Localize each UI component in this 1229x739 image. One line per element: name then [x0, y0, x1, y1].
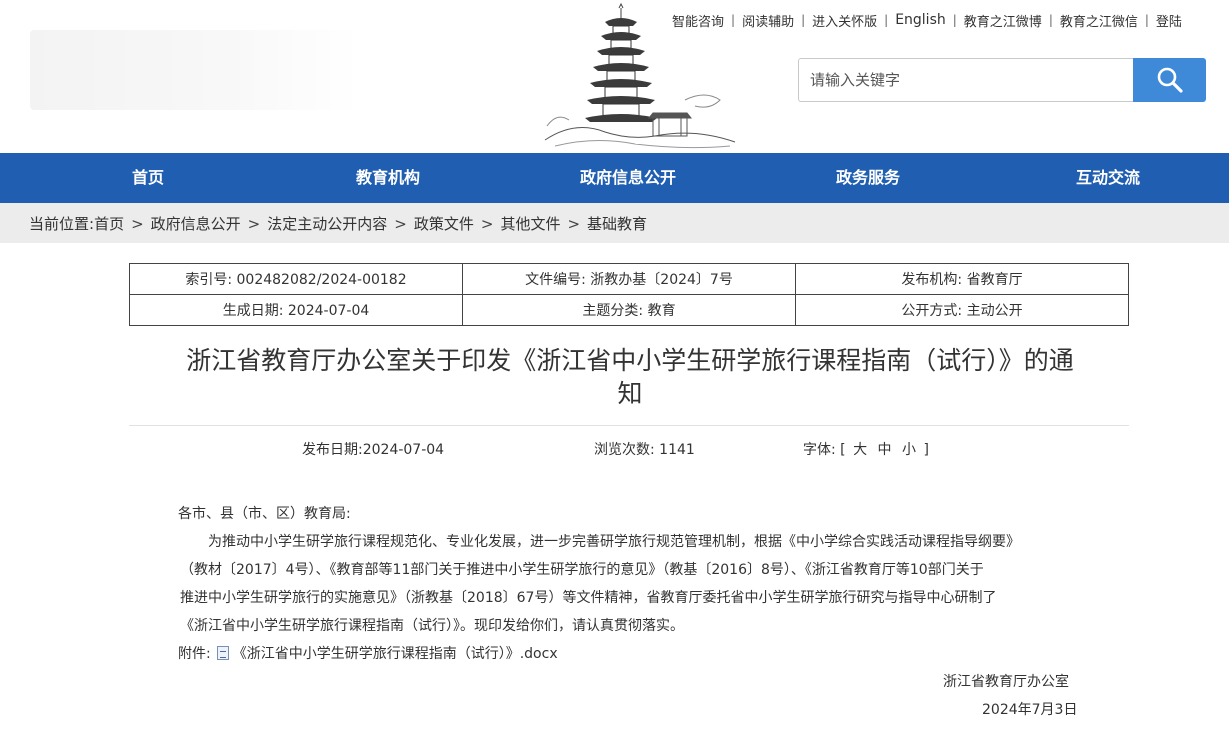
- top-link-wechat[interactable]: 教育之江微信: [1060, 11, 1138, 30]
- attachment-label: 附件:: [178, 646, 211, 662]
- nav-home[interactable]: 首页: [132, 153, 164, 203]
- breadcrumb-separator: >: [480, 215, 494, 233]
- main-nav: 首页 教育机构 政府信息公开 政务服务 互动交流: [0, 153, 1229, 203]
- article-title-line: 知: [617, 379, 643, 408]
- font-size-bracket: [: [840, 442, 846, 458]
- top-link-reading-aid[interactable]: 阅读辅助: [742, 11, 794, 30]
- font-size-large[interactable]: 大: [853, 442, 867, 458]
- attachment-link[interactable]: 《浙江省中小学生研学旅行课程指南（试行）》.docx: [233, 646, 558, 662]
- article-salutation: 各市、县（市、区）教育局:: [178, 506, 351, 522]
- meta-row: 索引号: 002482082/2024-00182 文件编号: 浙教办基〔202…: [129, 263, 1129, 295]
- article-paragraph-line: 推进中小学生研学旅行的实施意见》（浙教基〔2018〕67号）等文件精神，省教育厅…: [180, 590, 997, 606]
- breadcrumb-basic-education[interactable]: 基础教育: [587, 215, 647, 233]
- nav-services[interactable]: 政务服务: [836, 153, 900, 203]
- meta-row: 生成日期: 2024-07-04 主题分类: 教育 公开方式: 主动公开: [129, 294, 1129, 326]
- attachment-row: 附件: 《浙江省中小学生研学旅行课程指南（试行）》.docx: [178, 643, 558, 663]
- article-paragraph-line: （教材〔2017〕4号）、《教育部等11部门关于推进中小学生研学旅行的意见》（教…: [180, 562, 984, 578]
- document-meta-table: 索引号: 002482082/2024-00182 文件编号: 浙教办基〔202…: [129, 263, 1129, 326]
- search-button[interactable]: [1133, 58, 1206, 102]
- breadcrumb-policy-docs[interactable]: 政策文件: [414, 215, 474, 233]
- divider: |: [1144, 13, 1149, 27]
- divider: |: [884, 13, 889, 27]
- document-icon: [216, 646, 229, 660]
- search-icon: [1157, 67, 1183, 93]
- breadcrumb-gov-info[interactable]: 政府信息公开: [151, 215, 241, 233]
- nav-interaction[interactable]: 互动交流: [1076, 153, 1140, 203]
- meta-issuer: 发布机构: 省教育厅: [795, 263, 1129, 295]
- divider: |: [731, 13, 736, 27]
- meta-index-no: 索引号: 002482082/2024-00182: [129, 263, 463, 295]
- top-link-care-version[interactable]: 进入关怀版: [812, 11, 877, 30]
- article-paragraph-line: 为推动中小学生研学旅行课程规范化、专业化发展，进一步完善研学旅行规范管理机制，根…: [208, 534, 1020, 550]
- font-size-medium[interactable]: 中: [878, 442, 892, 458]
- article-date: 2024年7月3日: [982, 702, 1078, 718]
- breadcrumb-statutory[interactable]: 法定主动公开内容: [267, 215, 387, 233]
- divider: |: [1048, 13, 1053, 27]
- breadcrumb-separator: >: [567, 215, 581, 233]
- article-title: 浙江省教育厅办公室关于印发《浙江省中小学生研学旅行课程指南（试行）》的通 知: [150, 344, 1110, 410]
- breadcrumb: 当前位置:首页 > 政府信息公开 > 法定主动公开内容 > 政策文件 > 其他文件 > 基础教育: [0, 203, 1229, 243]
- breadcrumb-separator: >: [131, 215, 144, 233]
- nav-gov-info[interactable]: 政府信息公开: [580, 153, 676, 203]
- breadcrumb-prefix: 当前位置:: [29, 215, 95, 233]
- divider: |: [952, 13, 957, 27]
- font-size-bracket: ]: [923, 442, 929, 458]
- search-input[interactable]: [810, 59, 1122, 101]
- breadcrumb-separator: >: [394, 215, 407, 233]
- search-field: [798, 58, 1133, 102]
- font-size-switcher: 字体: [ 大 中 小 ]: [803, 439, 929, 459]
- top-link-smart-consult[interactable]: 智能咨询: [672, 11, 724, 30]
- font-size-label: 字体:: [803, 442, 836, 458]
- meta-open-mode: 公开方式: 主动公开: [795, 294, 1129, 326]
- font-size-small[interactable]: 小: [902, 442, 916, 458]
- breadcrumb-home[interactable]: 首页: [94, 215, 124, 233]
- meta-created-date: 生成日期: 2024-07-04: [129, 294, 463, 326]
- top-link-english[interactable]: English: [895, 12, 946, 28]
- view-count: 浏览次数: 1141: [594, 442, 695, 458]
- site-header: 智能咨询 | 阅读辅助 | 进入关怀版 | English | 教育之江微博 |…: [0, 0, 1229, 153]
- article-signature: 浙江省教育厅办公室: [943, 674, 1069, 690]
- breadcrumb-other-docs[interactable]: 其他文件: [500, 215, 560, 233]
- article-paragraph-line: 《浙江省中小学生研学旅行课程指南（试行）》。现印发给你们，请认真贯彻落实。: [180, 618, 684, 634]
- top-link-login[interactable]: 登陆: [1156, 11, 1182, 30]
- divider: |: [801, 13, 806, 27]
- title-divider: [129, 425, 1129, 426]
- site-logo[interactable]: [30, 30, 360, 110]
- top-links-bar: 智能咨询 | 阅读辅助 | 进入关怀版 | English | 教育之江微博 |…: [672, 10, 1182, 30]
- meta-doc-no: 文件编号: 浙教办基〔2024〕7号: [462, 263, 796, 295]
- meta-category: 主题分类: 教育: [462, 294, 796, 326]
- breadcrumb-separator: >: [247, 215, 261, 233]
- publish-date: 发布日期:2024-07-04: [302, 442, 445, 458]
- nav-institutions[interactable]: 教育机构: [356, 153, 420, 203]
- top-link-weibo[interactable]: 教育之江微博: [964, 11, 1042, 30]
- article-title-line: 浙江省教育厅办公室关于印发《浙江省中小学生研学旅行课程指南（试行）》的通: [186, 346, 1074, 375]
